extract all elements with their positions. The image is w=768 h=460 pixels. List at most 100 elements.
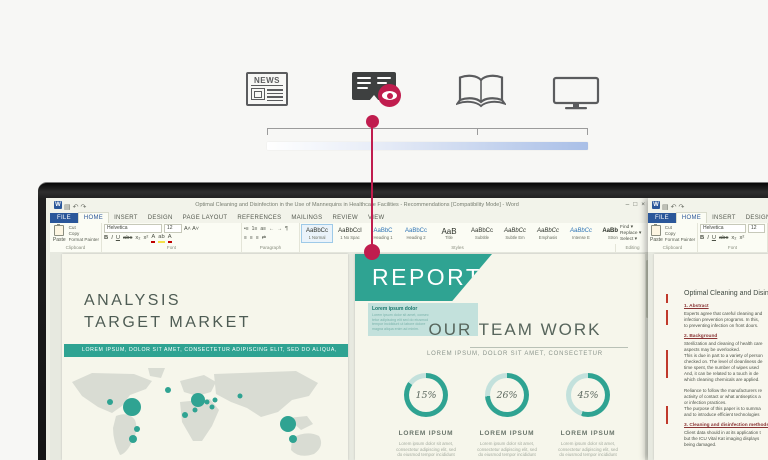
- tab-view[interactable]: VIEW: [363, 213, 390, 223]
- glyph-2[interactable]: U: [116, 235, 120, 242]
- document-area-main: ANALYSIS TARGET MARKET LOREM IPSUM, DOLO…: [50, 252, 650, 460]
- tab-insert[interactable]: INSERT: [707, 213, 741, 223]
- reader-mode-item[interactable]: [352, 72, 400, 110]
- style-chip-strong[interactable]: AaBbCcStrong: [598, 224, 618, 243]
- tab-insert[interactable]: INSERT: [109, 213, 143, 223]
- paste-button[interactable]: Paste: [650, 224, 663, 243]
- style-chip-subtitle[interactable]: AaBbCcSubtitle: [466, 224, 498, 243]
- style-chip-1-normal[interactable]: AaBbCc1 Normal: [301, 224, 333, 243]
- glyph-0[interactable]: •≡: [244, 226, 249, 232]
- paragraph-buttons-row2[interactable]: ≡≡≡⇄: [244, 233, 297, 242]
- glyph-2[interactable]: Format Painter: [69, 237, 99, 242]
- font-effect-buttons[interactable]: BIUabcx₂ x²: [700, 234, 765, 243]
- glyph-1[interactable]: Copy: [665, 231, 695, 236]
- glyph-2[interactable]: ×: [641, 201, 645, 208]
- glyph-2[interactable]: U: [712, 235, 716, 242]
- tab-home[interactable]: HOME: [78, 212, 109, 223]
- doc-page-analysis[interactable]: ANALYSIS TARGET MARKET LOREM IPSUM, DOLO…: [62, 254, 348, 460]
- glyph-4[interactable]: →: [277, 226, 282, 232]
- glyph-5[interactable]: x²: [740, 235, 745, 242]
- tab-file[interactable]: FILE: [648, 213, 676, 223]
- glyph-1[interactable]: ↶: [671, 204, 677, 211]
- paragraph-group: •≡1≡a≡←→¶ ≡≡≡⇄: [242, 223, 300, 244]
- doc-page-paper[interactable]: Optimal Cleaning and Disinfection1. Abst…: [654, 254, 768, 460]
- window-controls[interactable]: –□ ×: [626, 201, 650, 208]
- monitor-screen: W ▤↶↷ Optimal Cleaning and Disinfection …: [46, 198, 768, 460]
- word-window-secondary: W ▤↶↷ FILEHOMEINSERTDESIGNPAGE LAYOUT Pa…: [648, 198, 768, 460]
- glyph-2[interactable]: ≡: [256, 235, 259, 241]
- glyph-3[interactable]: abc: [123, 235, 132, 242]
- glyph-2[interactable]: Select ▾: [620, 237, 647, 242]
- tab-design[interactable]: DESIGN: [143, 213, 178, 223]
- style-chip-subtle-em[interactable]: AaBbCcSubtle Em: [499, 224, 531, 243]
- glyph-0[interactable]: B: [700, 235, 704, 242]
- world-map: [64, 366, 344, 460]
- font-name-select[interactable]: Helvetica: [700, 224, 746, 233]
- font-size-select[interactable]: 12: [748, 224, 765, 233]
- glyph-1[interactable]: I: [111, 235, 113, 242]
- glyph-7[interactable]: ab: [158, 234, 164, 243]
- tab-home[interactable]: HOME: [676, 212, 707, 223]
- glyph-5[interactable]: ¶: [285, 226, 288, 232]
- glyph-1[interactable]: ↶: [73, 204, 79, 211]
- glyph-4[interactable]: x₂: [135, 235, 140, 242]
- glyph-5[interactable]: x²: [144, 235, 149, 242]
- tab-mailings[interactable]: MAILINGS: [286, 213, 327, 223]
- font-name-select[interactable]: Helvetica: [104, 224, 162, 233]
- news-mode-item[interactable]: NEWS: [246, 72, 288, 106]
- glyph-0[interactable]: B: [104, 235, 108, 242]
- glyph-1[interactable]: Replace ▾: [620, 231, 647, 236]
- glyph-2[interactable]: ↷: [81, 204, 87, 211]
- glyph-2[interactable]: Format Painter: [665, 237, 695, 242]
- feature-slider-gradient-bar[interactable]: [267, 142, 588, 150]
- tab-references[interactable]: REFERENCES: [232, 213, 286, 223]
- glyph-0[interactable]: Find ▾: [620, 225, 647, 230]
- glyph-0[interactable]: Cut: [69, 225, 99, 230]
- monitor-icon: [552, 76, 600, 112]
- glyph-0[interactable]: ▤: [64, 204, 71, 211]
- style-chip-emphasis[interactable]: AaBbCcEmphasis: [532, 224, 564, 243]
- editing-group[interactable]: Find ▾Replace ▾Select ▾: [618, 223, 650, 244]
- reader-eye-icon: [378, 84, 401, 107]
- newspaper-lines: [267, 88, 283, 101]
- glyph-2[interactable]: ↷: [679, 204, 685, 211]
- tab-design[interactable]: DESIGN: [741, 213, 768, 223]
- glyph-1[interactable]: ≡: [250, 235, 253, 241]
- styles-gallery: AaBbCc1 NormalAaBbCcI1 No SpacAaBbCHeadi…: [300, 223, 618, 244]
- style-chip-title[interactable]: AaBTitle: [433, 224, 465, 243]
- glyph-0[interactable]: ▤: [662, 204, 669, 211]
- tab-page-layout[interactable]: PAGE LAYOUT: [178, 213, 233, 223]
- glyph-1[interactable]: □: [633, 201, 637, 208]
- glyph-8[interactable]: A: [168, 234, 172, 243]
- glyph-0[interactable]: ≡: [244, 235, 247, 241]
- glyph-3[interactable]: ←: [269, 226, 274, 232]
- ebook-mode-item[interactable]: [456, 72, 506, 115]
- font-size-select[interactable]: 12: [164, 224, 182, 233]
- paragraph-buttons-row1[interactable]: •≡1≡a≡←→¶: [244, 224, 297, 233]
- clipboard-commands[interactable]: CutCopyFormat Painter: [69, 224, 99, 243]
- glyph-0[interactable]: Cut: [665, 225, 695, 230]
- paste-button[interactable]: Paste: [52, 224, 67, 243]
- glyph-0[interactable]: –: [626, 201, 630, 208]
- callout-heading: Lorem ipsum dolor: [372, 306, 474, 312]
- grow-shrink-font-icons[interactable]: A˄ A˅: [184, 226, 199, 232]
- glyph-1[interactable]: 1≡: [252, 226, 258, 232]
- glyph-1[interactable]: Copy: [69, 231, 99, 236]
- font-effect-buttons[interactable]: BIUabcx₂x²AabA: [104, 234, 239, 243]
- feature-slider-track[interactable]: [267, 128, 588, 135]
- tab-file[interactable]: FILE: [50, 213, 78, 223]
- glyph-1[interactable]: I: [707, 235, 709, 242]
- style-chip-1-no-spac[interactable]: AaBbCcI1 No Spac: [334, 224, 366, 243]
- glyph-3[interactable]: abc: [719, 235, 728, 242]
- monitor-mode-item[interactable]: [552, 76, 600, 117]
- glyph-3[interactable]: ⇄: [262, 235, 266, 241]
- tab-review[interactable]: REVIEW: [327, 213, 362, 223]
- glyph-6[interactable]: A: [151, 234, 155, 243]
- doc-page-report[interactable]: REPORT Lorem ipsum dolor Lorem ipsum dol…: [355, 254, 646, 460]
- style-chip-intense-e[interactable]: AaBbCcIntense E: [565, 224, 597, 243]
- style-chip-heading-2[interactable]: AaBbCcHeading 2: [400, 224, 432, 243]
- titlebar-secondary: W ▤↶↷: [648, 198, 768, 212]
- glyph-4[interactable]: x₂: [731, 235, 736, 242]
- glyph-2[interactable]: a≡: [260, 226, 266, 232]
- clipboard-commands[interactable]: CutCopyFormat Painter: [665, 224, 695, 243]
